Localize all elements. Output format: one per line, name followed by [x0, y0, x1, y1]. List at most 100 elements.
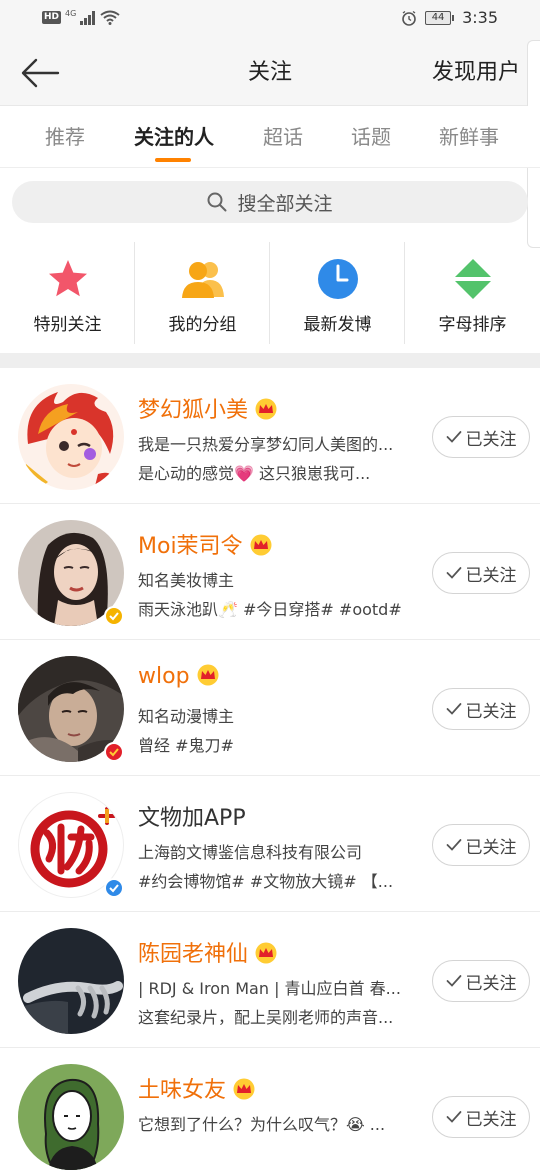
avatar-photo	[18, 928, 124, 1034]
user-name[interactable]: wlop	[138, 664, 220, 689]
vip-crown-icon	[250, 534, 272, 556]
vip-crown-icon	[197, 664, 219, 686]
check-icon	[446, 703, 461, 715]
avatar-illustration	[18, 1064, 124, 1170]
verified-check-icon	[109, 748, 119, 757]
search-inner: 搜全部关注	[12, 181, 528, 223]
group-icon	[182, 262, 224, 298]
user-bio: 它想到了什么？为什么叹气？😭 ...	[138, 1115, 386, 1134]
sort-arrows-icon	[455, 259, 491, 299]
battery-cap	[452, 14, 455, 21]
list-item[interactable]: 陈园老神仙 | RDJ & Iron Man | 青山应白首 春... 这套纪录…	[0, 912, 540, 1048]
verified-check-icon	[109, 884, 119, 893]
search-placeholder: 搜全部关注	[237, 192, 333, 215]
signal-icon	[80, 10, 96, 25]
tab-topics[interactable]: 话题	[336, 106, 406, 168]
hd-badge: HD	[42, 11, 62, 24]
network-type: 4G	[65, 9, 77, 18]
status-bar: HD 4G 44 3:35	[0, 0, 540, 40]
tab-recommend[interactable]: 推荐	[30, 106, 100, 168]
status-left: HD 4G	[42, 9, 120, 25]
category-my-groups[interactable]: 我的分组	[135, 240, 270, 346]
category-label: 最新发博	[303, 315, 372, 335]
followed-button[interactable]: 已关注	[432, 688, 530, 730]
user-name[interactable]: 陈园老神仙	[138, 936, 278, 968]
user-bio: 知名动漫博主	[138, 707, 235, 726]
category-latest-posts[interactable]: 最新发博	[270, 240, 405, 346]
followed-button-label: 已关注	[465, 701, 517, 722]
battery-icon: 44	[425, 10, 455, 25]
avatar[interactable]	[18, 928, 124, 1034]
star-icon	[49, 260, 87, 297]
list-item[interactable]: Moi茉司令 知名美妆博主 雨天泳池趴🥂 #今日穿搭# #ootd# 已关注	[0, 504, 540, 640]
user-name-text: 文物加APP	[138, 806, 246, 831]
clock: 3:35	[462, 8, 498, 27]
search-bar[interactable]: 搜全部关注	[12, 181, 528, 223]
category-label: 特别关注	[33, 315, 102, 335]
section-divider	[0, 353, 540, 368]
alarm-icon	[402, 10, 416, 26]
verified-badge	[104, 742, 124, 762]
followed-button-label: 已关注	[465, 837, 517, 858]
avatar[interactable]	[18, 1064, 124, 1170]
user-bio: 知名美妆博主	[138, 571, 235, 590]
check-icon	[446, 839, 461, 851]
tab-super-topics[interactable]: 超话	[248, 106, 318, 168]
back-arrow-icon	[21, 58, 60, 88]
latest-post-preview: #约会博物馆# #文物放大镜# 【...	[138, 872, 394, 891]
followed-button[interactable]: 已关注	[432, 416, 530, 458]
vip-crown-icon	[233, 1078, 255, 1100]
user-name[interactable]: 梦幻狐小美	[138, 392, 278, 424]
back-button[interactable]	[18, 54, 62, 92]
check-icon	[446, 431, 461, 443]
latest-post-preview: 曾经 #鬼刀#	[138, 736, 234, 755]
latest-post-preview: 这套纪录片，配上吴刚老师的声音...	[138, 1008, 394, 1027]
user-name-text: Moi茉司令	[138, 534, 243, 559]
status-right: 44 3:35	[401, 8, 498, 27]
user-name-text: wlop	[138, 664, 190, 689]
user-name[interactable]: 土味女友	[138, 1072, 256, 1104]
user-name-text: 土味女友	[138, 1078, 227, 1103]
verified-badge	[104, 878, 124, 898]
verified-check-icon	[109, 612, 119, 621]
list-item[interactable]: 文物加APP 上海韵文博鉴信息科技有限公司 #约会博物馆# #文物放大镜# 【.…	[0, 776, 540, 912]
list-item[interactable]: 梦幻狐小美 我是一只热爱分享梦幻同人美图的... 是心动的感觉💗 这只狼崽我可.…	[0, 368, 540, 504]
category-label: 我的分组	[168, 315, 237, 335]
tab-whats-new[interactable]: 新鲜事	[428, 106, 510, 168]
tab-bar: 推荐 关注的人 超话 话题 新鲜事	[0, 106, 540, 168]
vip-crown-icon	[255, 398, 277, 420]
avatar-illustration	[18, 384, 124, 490]
search-icon	[207, 192, 227, 212]
user-bio: 我是一只热爱分享梦幻同人美图的...	[138, 435, 394, 454]
discover-users-button[interactable]: 发现用户	[432, 40, 520, 106]
category-alpha-sort[interactable]: 字母排序	[405, 240, 540, 346]
category-label: 字母排序	[438, 315, 507, 335]
list-item[interactable]: 土味女友 它想到了什么？为什么叹气？😭 ... 已关注	[0, 1048, 540, 1170]
list-item[interactable]: wlop 知名动漫博主 曾经 #鬼刀# 已关注	[0, 640, 540, 776]
latest-post-preview: 是心动的感觉💗 这只狼崽我可...	[138, 464, 371, 483]
active-tab-indicator	[155, 158, 191, 162]
category-special-follow[interactable]: 特别关注	[0, 240, 135, 346]
check-icon	[446, 975, 461, 987]
latest-post-preview: 雨天泳池趴🥂 #今日穿搭# #ootd#	[138, 600, 402, 619]
followed-button-label: 已关注	[465, 1109, 517, 1130]
wifi-icon	[100, 10, 120, 25]
avatar[interactable]	[18, 384, 124, 490]
user-name[interactable]: Moi茉司令	[138, 528, 273, 560]
followed-button-label: 已关注	[465, 973, 517, 994]
battery-level: 44	[425, 10, 452, 25]
vip-crown-icon	[255, 942, 277, 964]
clock-icon	[318, 259, 358, 299]
followed-button[interactable]: 已关注	[432, 552, 530, 594]
user-bio: 上海韵文博鉴信息科技有限公司	[138, 843, 363, 862]
followed-button[interactable]: 已关注	[432, 960, 530, 1002]
header: 关注 发现用户	[0, 40, 540, 106]
check-icon	[446, 567, 461, 579]
user-bio: | RDJ & Iron Man | 青山应白首 春...	[138, 979, 401, 998]
quick-categories: 特别关注 我的分组 最新发博 字母排序	[0, 240, 540, 346]
followed-button-label: 已关注	[465, 565, 517, 586]
user-name[interactable]: 文物加APP	[138, 800, 246, 832]
check-icon	[446, 1111, 461, 1123]
followed-button[interactable]: 已关注	[432, 1096, 530, 1138]
followed-button[interactable]: 已关注	[432, 824, 530, 866]
